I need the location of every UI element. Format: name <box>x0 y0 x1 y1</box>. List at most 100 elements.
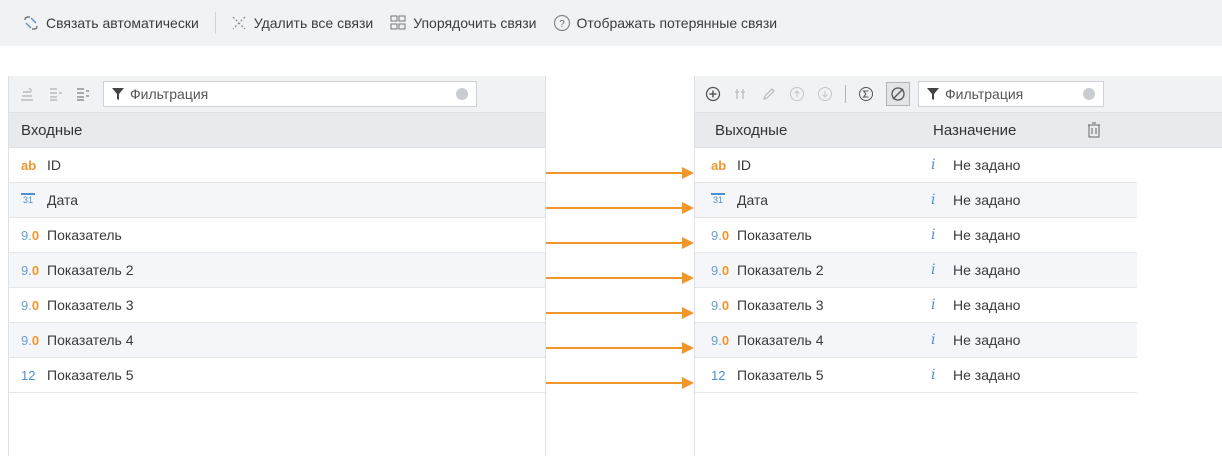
float-type-glyph: 0 <box>31 332 40 348</box>
info-icon: i <box>931 227 936 243</box>
input-fields-list: ab ID 31 Дата 9.0 Показатель 9.0 Показатель 2 9.… <box>9 148 545 393</box>
input-field-name: Показатель 5 <box>47 367 134 383</box>
show-lost-links-toggle[interactable]: ? Отображать потерянные связи <box>553 8 794 38</box>
destination-value: Не задано <box>953 262 1021 278</box>
link-arrows <box>546 167 694 389</box>
delete-icon[interactable] <box>1087 122 1101 138</box>
link-arrow-head <box>682 342 694 354</box>
float-type-glyph: 9. <box>711 297 722 313</box>
destination-cell[interactable]: i Не задано <box>917 262 1020 278</box>
float-type-glyph: 0 <box>721 262 730 278</box>
input-column-header[interactable]: Входные <box>9 112 545 148</box>
output-filter-field[interactable]: Фильтрация <box>918 81 1104 107</box>
destination-cell[interactable]: i Не задано <box>917 297 1020 313</box>
float-type-glyph: 9. <box>21 297 32 313</box>
output-field-cell: 9.0 Показатель 3 <box>695 297 917 313</box>
link-arrow-head <box>682 202 694 214</box>
float-type-icon: 9.0 <box>21 298 47 313</box>
input-field-row[interactable]: 9.0 Показатель <box>9 218 545 253</box>
link-arrow-head <box>682 377 694 389</box>
toolbar-divider <box>214 12 216 34</box>
empty-set-icon <box>891 87 905 101</box>
date-type-icon: 31 <box>711 193 725 205</box>
float-type-icon: 9.0 <box>711 263 737 278</box>
float-type-glyph: 0 <box>721 332 730 348</box>
destination-value: Не задано <box>953 367 1021 383</box>
input-field-row[interactable]: 9.0 Показатель 2 <box>9 253 545 288</box>
move-down-icon[interactable] <box>817 86 833 102</box>
output-field-row[interactable]: ab ID i Не задано <box>695 148 1137 183</box>
edit-icon[interactable] <box>761 86 777 102</box>
input-panel-toolbar: Фильтрация <box>9 76 545 112</box>
info-icon: i <box>931 262 936 278</box>
float-type-icon: 9.0 <box>21 333 47 348</box>
filter-icon <box>112 88 124 100</box>
destination-cell[interactable]: i Не задано <box>917 332 1020 348</box>
input-field-row[interactable]: 9.0 Показатель 4 <box>9 323 545 358</box>
input-field-name: Показатель 3 <box>47 297 134 313</box>
collapse-icon[interactable] <box>75 86 91 102</box>
svg-text:?: ? <box>559 19 565 30</box>
output-field-row[interactable]: 9.0 Показатель 4 i Не задано <box>695 323 1137 358</box>
link-auto-button[interactable]: Связать автоматически <box>22 8 215 38</box>
info-icon: i <box>931 297 936 313</box>
output-field-row[interactable]: 9.0 Показатель i Не задано <box>695 218 1137 253</box>
float-type-glyph: 9. <box>21 332 32 348</box>
move-top-icon[interactable] <box>19 86 35 102</box>
info-icon: i <box>931 367 936 383</box>
destination-value: Не задано <box>953 227 1021 243</box>
output-header-label[interactable]: Выходные <box>695 122 917 139</box>
input-filter-placeholder: Фильтрация <box>130 86 209 102</box>
output-fields-list: ab ID i Не задано 31 Дата i Не задано 9.0 Показат… <box>695 148 1137 393</box>
output-field-row[interactable]: 31 Дата i Не задано <box>695 183 1137 218</box>
clear-filter-icon[interactable] <box>456 88 468 100</box>
destination-cell[interactable]: i Не задано <box>917 227 1020 243</box>
input-filter-field[interactable]: Фильтрация <box>103 81 477 107</box>
float-type-icon: 9.0 <box>21 228 47 243</box>
link-arrow-head <box>682 272 694 284</box>
add-icon[interactable] <box>705 86 721 102</box>
sum-icon[interactable] <box>858 86 874 102</box>
destination-cell[interactable]: i Не задано <box>917 367 1020 383</box>
panel-toolbar-divider <box>845 85 846 103</box>
output-field-cell: 9.0 Показатель 2 <box>695 262 917 278</box>
clear-filter-icon[interactable] <box>1083 88 1095 100</box>
input-field-row[interactable]: 12 Показатель 5 <box>9 358 545 393</box>
link-auto-label: Связать автоматически <box>46 15 199 31</box>
link-auto-icon <box>24 16 38 30</box>
input-field-name: Показатель <box>47 227 122 243</box>
float-type-glyph: 9. <box>711 227 722 243</box>
input-field-row[interactable]: 31 Дата <box>9 183 545 218</box>
info-icon: i <box>931 157 936 173</box>
integer-type-icon: 12 <box>21 367 36 383</box>
output-field-name: Показатель <box>737 227 812 243</box>
float-type-glyph: 0 <box>721 297 730 313</box>
output-panel-toolbar: Фильтрация <box>695 76 1222 112</box>
float-type-icon: 9.0 <box>711 298 737 313</box>
float-type-glyph: 0 <box>721 227 730 243</box>
output-field-row[interactable]: 12 Показатель 5 i Не задано <box>695 358 1137 393</box>
output-field-cell: 9.0 Показатель <box>695 227 917 243</box>
toggle-empty-button[interactable] <box>886 82 910 106</box>
output-field-row[interactable]: 9.0 Показатель 3 i Не задано <box>695 288 1137 323</box>
input-field-name: Показатель 2 <box>47 262 134 278</box>
destination-value: Не задано <box>953 332 1021 348</box>
destination-header-label[interactable]: Назначение <box>917 122 1087 139</box>
output-field-name: ID <box>737 157 751 173</box>
link-arrow-head <box>682 307 694 319</box>
output-field-row[interactable]: 9.0 Показатель 2 i Не задано <box>695 253 1137 288</box>
delete-all-links-button[interactable]: Удалить все связи <box>230 8 389 38</box>
transform-icon[interactable] <box>733 86 749 102</box>
expand-icon[interactable] <box>47 86 63 102</box>
order-links-button[interactable]: Упорядочить связи <box>389 8 552 38</box>
destination-cell[interactable]: i Не задано <box>917 157 1020 173</box>
output-column-header: Выходные Назначение <box>695 112 1222 148</box>
output-filter-placeholder: Фильтрация <box>945 86 1024 102</box>
float-type-glyph: 9. <box>21 227 32 243</box>
float-type-glyph: 9. <box>21 262 32 278</box>
show-lost-links-label: Отображать потерянные связи <box>576 15 778 31</box>
move-up-icon[interactable] <box>789 86 805 102</box>
input-field-row[interactable]: 9.0 Показатель 3 <box>9 288 545 323</box>
input-field-row[interactable]: ab ID <box>9 148 545 183</box>
destination-cell[interactable]: i Не задано <box>917 192 1020 208</box>
